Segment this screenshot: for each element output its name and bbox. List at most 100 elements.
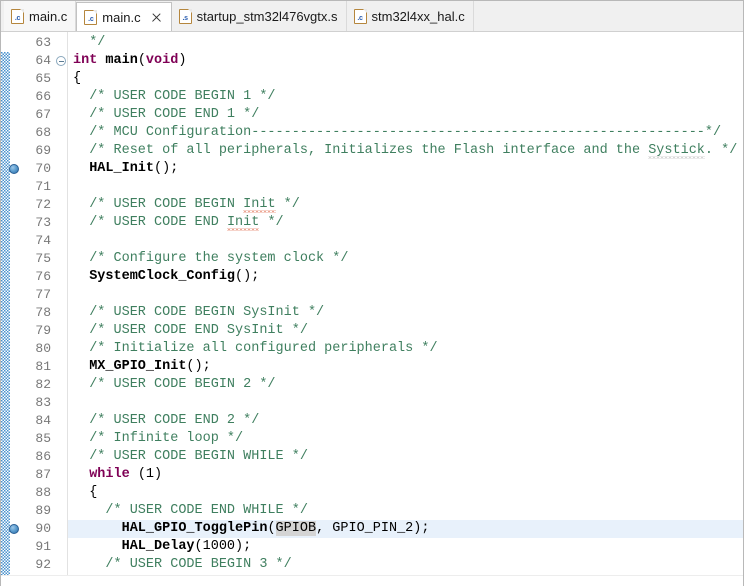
source-editor-window: .c main.c .c main.c .s startup_stm32l476vgtx.… (0, 0, 744, 586)
editor-tab-1[interactable]: .c main.c (76, 2, 172, 31)
code-token: MX_GPIO_Init (89, 359, 187, 374)
code-token: while (89, 467, 130, 482)
editor-tab-3[interactable]: .c stm32l4xx_hal.c (346, 1, 474, 31)
code-line[interactable] (73, 178, 743, 196)
line-number-gutter: 63 64 65 66 67 68 69 70 71 72 73 74 75 76 77 78 79 80 81 82… (19, 32, 55, 586)
code-token: (); (154, 161, 179, 176)
c-file-icon: .c (353, 8, 367, 24)
code-line[interactable] (73, 394, 743, 412)
code-token: /* USER CODE BEGIN WHILE */ (89, 449, 308, 464)
line-number: 63 (35, 35, 51, 50)
line-number: 64 (35, 53, 51, 68)
code-token: ( (267, 521, 276, 536)
code-line[interactable]: HAL_Delay(1000); (73, 538, 743, 556)
breakpoint-gutter[interactable] (9, 32, 19, 586)
code-token: main (105, 53, 138, 68)
editor-tab-label: startup_stm32l476vgtx.s (196, 8, 338, 24)
code-line[interactable]: /* USER CODE END SysInit */ (73, 322, 743, 340)
code-line[interactable]: /* MCU Configuration--------------------… (73, 124, 743, 142)
spellcheck-word: Systick (648, 143, 705, 158)
code-line[interactable] (73, 232, 743, 250)
line-number: 81 (35, 359, 51, 374)
code-line[interactable]: while (1) (73, 466, 743, 484)
code-line[interactable]: /* USER CODE BEGIN Init */ (73, 196, 743, 214)
code-token: (); (186, 359, 211, 374)
code-line[interactable]: /* USER CODE BEGIN 3 */ (73, 556, 743, 574)
code-token: /* Reset of all peripherals, Initializes… (89, 143, 649, 158)
code-line[interactable]: /* Configure the system clock */ (73, 250, 743, 268)
code-line[interactable]: /* USER CODE BEGIN SysInit */ (73, 304, 743, 322)
code-line[interactable]: /* Reset of all peripherals, Initializes… (73, 142, 743, 160)
code-token: /* MCU Configuration--------------------… (89, 125, 722, 140)
c-file-icon: .c (11, 8, 24, 24)
s-file-icon: .s (178, 8, 192, 24)
fold-collapse-icon[interactable] (56, 56, 66, 66)
code-token: SystemClock_Config (89, 269, 236, 284)
code-editor-area[interactable]: 63 64 65 66 67 68 69 70 71 72 73 74 75 76 77 78 79 80 81 82… (1, 32, 743, 586)
editor-tab-label: stm32l4xx_hal.c (371, 8, 465, 24)
code-token: (1) (129, 467, 163, 482)
close-icon[interactable] (150, 11, 163, 24)
line-number: 65 (35, 71, 51, 86)
code-token: /* USER CODE END WHILE */ (105, 503, 308, 518)
code-line[interactable]: */ (73, 34, 743, 52)
editor-tab-0[interactable]: .c main.c (4, 1, 77, 31)
editor-bottom-edge (1, 575, 743, 586)
code-line[interactable]: /* USER CODE END 2 */ (73, 412, 743, 430)
code-line[interactable]: /* USER CODE BEGIN 2 */ (73, 376, 743, 394)
code-line[interactable]: /* USER CODE END 1 */ (73, 106, 743, 124)
code-line[interactable]: /* USER CODE END Init */ (73, 214, 743, 232)
file-icon-extension: .c (88, 15, 94, 23)
code-line[interactable]: /* USER CODE BEGIN 1 */ (73, 88, 743, 106)
code-token: { (73, 71, 82, 86)
code-line[interactable]: HAL_Init(); (73, 160, 743, 178)
breakpoint-marker[interactable] (9, 164, 19, 174)
breakpoint-marker[interactable] (9, 524, 19, 534)
line-number: 76 (35, 269, 51, 284)
code-token: */ (89, 35, 106, 50)
file-icon-extension: .c (357, 14, 363, 22)
line-number: 74 (35, 233, 51, 248)
line-number: 89 (35, 503, 51, 518)
code-line-current[interactable]: HAL_GPIO_TogglePin(GPIOB, GPIO_PIN_2); (68, 520, 743, 538)
code-line[interactable]: /* Infinite loop */ (73, 430, 743, 448)
spellcheck-word: Init (243, 197, 276, 212)
code-line[interactable]: MX_GPIO_Init(); (73, 358, 743, 376)
line-number: 72 (35, 197, 51, 212)
code-token: int (73, 53, 106, 68)
code-line[interactable] (73, 286, 743, 304)
code-token: , GPIO_PIN_2); (316, 521, 430, 536)
code-token: /* USER CODE BEGIN SysInit */ (89, 305, 325, 320)
code-line[interactable]: /* USER CODE BEGIN WHILE */ (73, 448, 743, 466)
code-line[interactable]: int main(void) (73, 52, 743, 70)
line-number: 67 (35, 107, 51, 122)
code-line[interactable]: { (73, 484, 743, 502)
code-token: /* USER CODE END SysInit */ (89, 323, 308, 338)
code-line[interactable]: /* Initialize all configured peripherals… (73, 340, 743, 358)
code-line[interactable]: SystemClock_Config(); (73, 268, 743, 286)
line-number: 78 (35, 305, 51, 320)
line-number: 79 (35, 323, 51, 338)
code-line[interactable]: { (73, 70, 743, 88)
editor-tab-2[interactable]: .s startup_stm32l476vgtx.s (171, 1, 347, 31)
occurrence-highlight: GPIOB (275, 521, 317, 536)
change-bar-gutter (1, 32, 10, 586)
code-text-content[interactable]: */int main(void){ /* USER CODE BEGIN 1 *… (68, 32, 743, 586)
line-number: 69 (35, 143, 51, 158)
editor-tab-label: main.c (29, 8, 68, 24)
line-number: 92 (35, 557, 51, 572)
code-folding-gutter[interactable] (55, 32, 67, 586)
code-line[interactable]: /* USER CODE END WHILE */ (73, 502, 743, 520)
editor-tab-label: main.c (102, 9, 141, 25)
code-token: ( (137, 53, 146, 68)
